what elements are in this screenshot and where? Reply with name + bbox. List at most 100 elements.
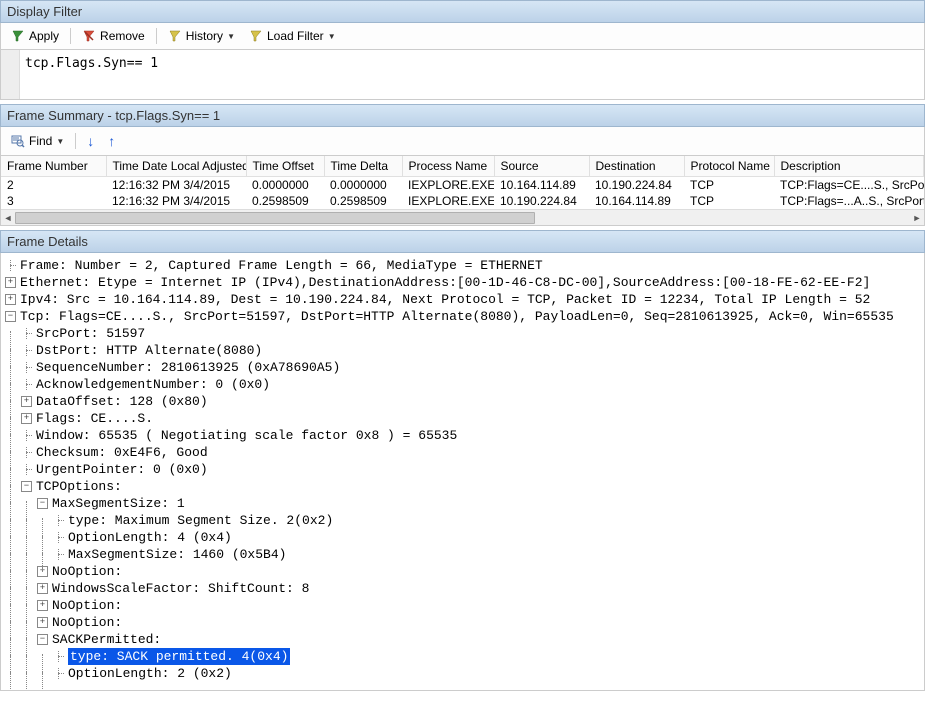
history-button[interactable]: History ▼ [162,26,241,46]
collapse-icon[interactable]: − [37,498,48,509]
col-time-date[interactable]: Time Date Local Adjusted [106,156,246,177]
tree-node-sack-type[interactable]: type: SACK permitted. 4(0x4) [5,648,920,665]
cell: 10.190.224.84 [589,177,684,194]
tree-label: UrgentPointer: 0 (0x0) [36,461,208,478]
col-source[interactable]: Source [494,156,589,177]
collapse-icon[interactable]: − [37,634,48,645]
tree-node-ethernet[interactable]: + Ethernet: Etype = Internet IP (IPv4),De… [5,274,920,291]
cell: 10.164.114.89 [589,193,684,209]
chevron-down-icon: ▼ [56,137,64,146]
frame-details-tree[interactable]: Frame: Number = 2, Captured Frame Length… [0,253,925,691]
expand-icon[interactable]: + [5,277,16,288]
display-filter-toolbar: Apply Remove History ▼ Load Filter ▼ [0,23,925,50]
cell: TCP [684,193,774,209]
tree-node-noop[interactable]: +NoOption: [5,614,920,631]
col-description[interactable]: Description [774,156,924,177]
scroll-right-icon[interactable]: ► [910,210,924,226]
tree-node-tcp[interactable]: −Tcp: Flags=CE....S., SrcPort=51597, Dst… [5,308,920,325]
expand-icon[interactable]: + [37,583,48,594]
arrow-up-button[interactable]: ↑ [102,130,121,152]
apply-button[interactable]: Apply [5,26,65,46]
scroll-thumb[interactable] [15,212,535,224]
frame-summary-header: Frame Summary - tcp.Flags.Syn== 1 [0,104,925,127]
tree-node-checksum[interactable]: Checksum: 0xE4F6, Good [5,444,920,461]
leaf-icon [21,447,32,458]
cell: 12:16:32 PM 3/4/2015 [106,193,246,209]
cell: TCP [684,177,774,194]
tree-label: Ethernet: Etype = Internet IP (IPv4),Des… [20,274,870,291]
tree-node-wsf[interactable]: +WindowsScaleFactor: ShiftCount: 8 [5,580,920,597]
tree-node-noop[interactable]: +NoOption: [5,563,920,580]
expand-icon[interactable]: + [21,396,32,407]
filter-expression-input[interactable]: tcp.Flags.Syn== 1 [0,50,925,100]
frame-summary-toolbar: Find ▼ ↓ ↑ [0,127,925,156]
tree-label: OptionLength: 4 (0x4) [68,529,232,546]
tree-node-dstport[interactable]: DstPort: HTTP Alternate(8080) [5,342,920,359]
chevron-down-icon: ▼ [328,32,336,41]
cell: 2 [1,177,106,194]
load-filter-icon [249,29,263,43]
frame-details-header: Frame Details [0,230,925,253]
leaf-icon [21,464,32,475]
tree-node-flags[interactable]: +Flags: CE....S. [5,410,920,427]
tree-node-tcpoptions[interactable]: −TCPOptions: [5,478,920,495]
tree-node-sack-len[interactable]: OptionLength: 2 (0x2) [5,665,920,682]
cell: 3 [1,193,106,209]
tree-node-noop[interactable]: +NoOption: [5,597,920,614]
table-row[interactable]: 3 12:16:32 PM 3/4/2015 0.2598509 0.25985… [1,193,924,209]
expand-icon[interactable]: + [37,617,48,628]
load-filter-button[interactable]: Load Filter ▼ [243,26,342,46]
tree-node-mss-val[interactable]: MaxSegmentSize: 1460 (0x5B4) [5,546,920,563]
leaf-icon [21,328,32,339]
collapse-icon[interactable]: − [5,311,16,322]
tree-node-mss-type[interactable]: type: Maximum Segment Size. 2(0x2) [5,512,920,529]
col-frame-number[interactable]: Frame Number [1,156,106,177]
tree-node-mss[interactable]: −MaxSegmentSize: 1 [5,495,920,512]
collapse-icon[interactable]: − [21,481,32,492]
toolbar-separator [156,28,157,44]
tree-node-frame[interactable]: Frame: Number = 2, Captured Frame Length… [5,257,920,274]
find-button[interactable]: Find ▼ [5,131,70,151]
cell: 0.2598509 [246,193,324,209]
expand-icon[interactable]: + [37,600,48,611]
toolbar-separator [70,28,71,44]
expand-icon[interactable]: + [21,413,32,424]
tree-node-dataoffset[interactable]: + DataOffset: 128 (0x80) [5,393,920,410]
tree-label: TCPOptions: [36,478,122,495]
leaf-icon [21,379,32,390]
tree-node-sackpermitted[interactable]: −SACKPermitted: [5,631,920,648]
col-time-offset[interactable]: Time Offset [246,156,324,177]
col-time-delta[interactable]: Time Delta [324,156,402,177]
leaf-icon [53,668,64,679]
tree-node-ipv4[interactable]: +Ipv4: Src = 10.164.114.89, Dest = 10.19… [5,291,920,308]
cell: 10.164.114.89 [494,177,589,194]
tree-node-window[interactable]: Window: 65535 ( Negotiating scale factor… [5,427,920,444]
cell: TCP:Flags=CE....S., SrcPort=51597, DstPo… [774,177,924,194]
expand-icon[interactable]: + [5,294,16,305]
horizontal-scrollbar[interactable]: ◄ ► [1,209,924,225]
cell: IEXPLORE.EXE [402,193,494,209]
col-destination[interactable]: Destination [589,156,684,177]
table-row[interactable]: 2 12:16:32 PM 3/4/2015 0.0000000 0.00000… [1,177,924,194]
tree-node-mss-len[interactable]: OptionLength: 4 (0x4) [5,529,920,546]
leaf-icon [5,260,16,271]
col-process-name[interactable]: Process Name [402,156,494,177]
arrow-down-button[interactable]: ↓ [81,130,100,152]
tree-node-urgentptr[interactable]: UrgentPointer: 0 (0x0) [5,461,920,478]
tree-node-acknum[interactable]: AcknowledgementNumber: 0 (0x0) [5,376,920,393]
tree-label: NoOption: [52,563,122,580]
col-protocol[interactable]: Protocol Name [684,156,774,177]
tree-label: Tcp: Flags=CE....S., SrcPort=51597, DstP… [20,308,894,325]
remove-label: Remove [100,29,145,43]
tree-label: DataOffset: 128 (0x80) [36,393,208,410]
tree-label: MaxSegmentSize: 1 [52,495,185,512]
summary-table[interactable]: Frame Number Time Date Local Adjusted Ti… [0,156,925,226]
tree-label: Checksum: 0xE4F6, Good [36,444,208,461]
tree-node-srcport[interactable]: SrcPort: 51597 [5,325,920,342]
tree-label: SACKPermitted: [52,631,161,648]
tree-node-seqnum[interactable]: SequenceNumber: 2810613925 (0xA78690A5) [5,359,920,376]
scroll-left-icon[interactable]: ◄ [1,210,15,226]
leaf-icon [21,362,32,373]
remove-button[interactable]: Remove [76,26,151,46]
history-icon [168,29,182,43]
